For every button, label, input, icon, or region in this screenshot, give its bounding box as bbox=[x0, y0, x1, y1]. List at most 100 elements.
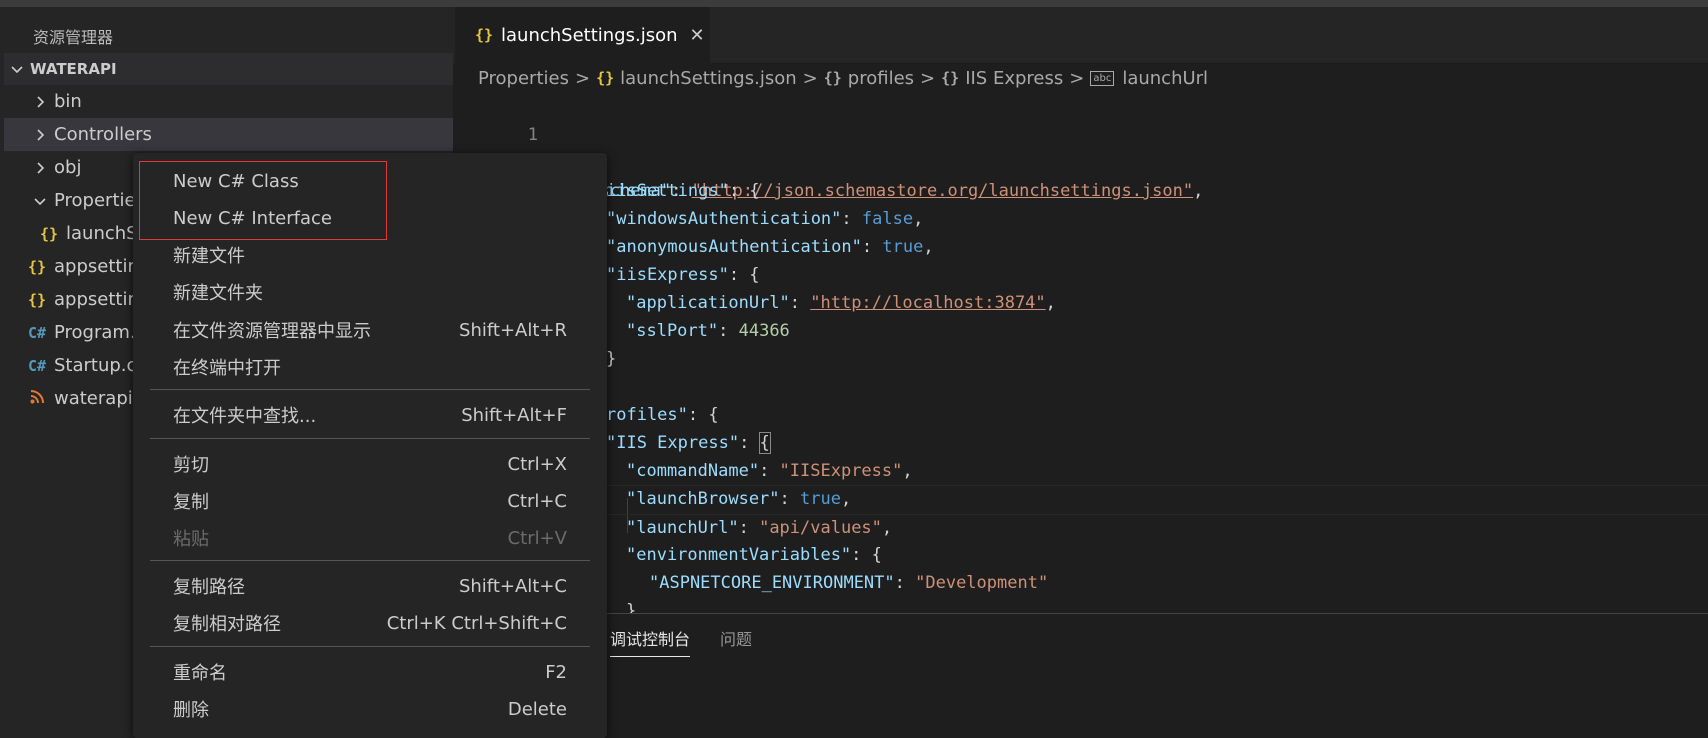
object-braces-icon: {} bbox=[823, 69, 842, 87]
menu-item-label: 新建文件 bbox=[173, 246, 245, 267]
tree-item-label: obj bbox=[54, 157, 82, 178]
tree-item-bin[interactable]: bin bbox=[4, 85, 453, 118]
code-line-current: "launchUrl": "api/values", bbox=[453, 485, 1708, 538]
menu-item-shortcut: Shift+Alt+C bbox=[458, 575, 567, 597]
menu-item-label: 复制 bbox=[173, 492, 209, 513]
breadcrumb-separator: > bbox=[802, 67, 818, 89]
menu-item-shortcut: F2 bbox=[545, 661, 567, 683]
breadcrumb-launchurl[interactable]: launchUrl bbox=[1122, 68, 1208, 89]
menu-item-label: 在文件资源管理器中显示 bbox=[173, 321, 371, 342]
menu-item-shortcut: Shift+Alt+R bbox=[459, 319, 567, 341]
breadcrumb-launchsettings[interactable]: launchSettings.json bbox=[620, 68, 797, 89]
tree-item-label: appsettir bbox=[54, 289, 135, 310]
code-line: "iisExpress": { bbox=[453, 233, 1708, 285]
json-braces-icon: {} bbox=[27, 290, 47, 309]
context-menu: New C# Class New C# Interface 新建文件 新建文件夹… bbox=[133, 153, 607, 738]
breadcrumb-properties[interactable]: Properties bbox=[478, 68, 569, 89]
csharp-file-icon: C# bbox=[27, 356, 47, 375]
tree-item-label: bin bbox=[54, 91, 82, 112]
chevron-down-icon bbox=[34, 197, 46, 205]
menu-item-copy-path[interactable]: 复制路径 Shift+Alt+C bbox=[133, 569, 607, 603]
code-line: "windowsAuthentication": false, bbox=[453, 177, 1708, 229]
menu-item-open-in-terminal[interactable]: 在终端中打开 bbox=[133, 350, 607, 384]
panel-tabs: 调试控制台 问题 bbox=[610, 626, 782, 657]
breadcrumb-profiles[interactable]: profiles bbox=[848, 68, 914, 89]
tree-item-label: Controllers bbox=[54, 124, 152, 145]
code-line: rofiles": { bbox=[453, 373, 1708, 425]
code-line: "sslPort": 44366 bbox=[453, 289, 1708, 341]
code-line: 1 { bbox=[453, 93, 1708, 173]
menu-separator bbox=[150, 389, 590, 390]
menu-item-label: 复制相对路径 bbox=[173, 614, 281, 635]
chevron-right-icon bbox=[37, 161, 45, 174]
code-line: "IIS Express": { bbox=[453, 401, 1708, 454]
explorer-title: 资源管理器 bbox=[33, 28, 114, 47]
tab-launchsettings[interactable]: {} launchSettings.json ✕ bbox=[455, 7, 710, 63]
panel-divider bbox=[453, 613, 1708, 614]
tree-item-label: Program. bbox=[54, 322, 136, 343]
tree-item-controllers[interactable]: Controllers bbox=[4, 118, 453, 151]
menu-item-label: 粘贴 bbox=[173, 529, 209, 550]
menu-item-label: 重命名 bbox=[173, 663, 227, 684]
code-line: } bbox=[453, 569, 1708, 613]
workspace-section-header[interactable]: WATERAPI bbox=[4, 53, 453, 85]
code-line: "applicationUrl": "http://localhost:3874… bbox=[453, 261, 1708, 313]
code-line: "anonymousAuthentication": true, bbox=[453, 205, 1708, 257]
menu-item-shortcut: Shift+Alt+F bbox=[461, 404, 567, 426]
code-line: iisSettings": { bbox=[453, 149, 1708, 201]
annotation-highlight-box bbox=[139, 161, 387, 240]
code-line: "commandName": "IISExpress", bbox=[453, 429, 1708, 481]
menu-item-new-folder[interactable]: 新建文件夹 bbox=[133, 275, 607, 309]
menu-item-find-in-folder[interactable]: 在文件夹中查找... Shift+Alt+F bbox=[133, 398, 607, 432]
string-abc-icon: abc bbox=[1090, 70, 1115, 86]
menu-item-shortcut: Ctrl+C bbox=[507, 490, 567, 512]
workspace-title: WATERAPI bbox=[30, 60, 117, 78]
menu-separator bbox=[150, 438, 590, 439]
menu-item-copy-relative-path[interactable]: 复制相对路径 Ctrl+K Ctrl+Shift+C bbox=[133, 606, 607, 640]
breadcrumb-iis-express[interactable]: IIS Express bbox=[965, 68, 1063, 89]
tree-item-label: waterapi. bbox=[54, 388, 139, 409]
menu-item-shortcut: Ctrl+V bbox=[507, 527, 567, 549]
menu-item-delete[interactable]: 删除 Delete bbox=[133, 692, 607, 726]
menu-item-label: 新建文件夹 bbox=[173, 283, 263, 304]
csharp-file-icon: C# bbox=[27, 323, 47, 342]
json-braces-icon: {} bbox=[474, 26, 494, 44]
code-line: "environmentVariables": { bbox=[453, 513, 1708, 565]
tab-problems[interactable]: 问题 bbox=[720, 626, 752, 657]
rss-icon bbox=[26, 389, 48, 408]
chevron-down-icon bbox=[4, 61, 30, 77]
breadcrumb-separator: > bbox=[1069, 67, 1085, 89]
menu-item-copy[interactable]: 复制 Ctrl+C bbox=[133, 484, 607, 518]
code-line: "ASPNETCORE_ENVIRONMENT": "Development" bbox=[453, 541, 1708, 593]
tree-item-label: launchS bbox=[66, 223, 138, 244]
menu-item-shortcut: Delete bbox=[507, 698, 567, 720]
editor-tab-bar: {} launchSettings.json ✕ bbox=[453, 7, 1708, 63]
menu-item-shortcut: Ctrl+K Ctrl+Shift+C bbox=[386, 612, 567, 634]
code-editor[interactable]: 1 { 2 "$schema": "http://json.schemastor… bbox=[453, 93, 1708, 613]
menu-item-cut[interactable]: 剪切 Ctrl+X bbox=[133, 447, 607, 481]
menu-item-label: 复制路径 bbox=[173, 577, 245, 598]
code-line: } bbox=[453, 317, 1708, 369]
tab-label: launchSettings.json bbox=[501, 24, 678, 46]
code-token: } bbox=[606, 349, 617, 369]
menu-item-label: 剪切 bbox=[173, 455, 209, 476]
menu-item-reveal-in-explorer[interactable]: 在文件资源管理器中显示 Shift+Alt+R bbox=[133, 313, 607, 347]
object-braces-icon: {} bbox=[941, 69, 960, 87]
breadcrumb-separator: > bbox=[574, 67, 591, 89]
menu-item-new-file[interactable]: 新建文件 bbox=[133, 238, 607, 272]
menu-separator bbox=[150, 560, 590, 561]
menu-item-shortcut: Ctrl+X bbox=[507, 453, 567, 475]
tab-debug-console[interactable]: 调试控制台 bbox=[610, 626, 691, 657]
menu-separator bbox=[150, 646, 590, 647]
code-line: 2 "$schema": "http://json.schemastore.or… bbox=[453, 121, 1708, 201]
menu-item-label: 在终端中打开 bbox=[173, 358, 281, 379]
chevron-right-icon bbox=[37, 95, 45, 108]
close-icon[interactable]: ✕ bbox=[690, 25, 705, 46]
breadcrumb: Properties > {} launchSettings.json > {}… bbox=[478, 63, 1208, 93]
menu-item-rename[interactable]: 重命名 F2 bbox=[133, 655, 607, 689]
breadcrumb-separator: > bbox=[920, 67, 936, 89]
tree-item-label: Propertie bbox=[54, 190, 136, 211]
menu-item-label: 删除 bbox=[173, 700, 209, 721]
menu-item-paste: 粘贴 Ctrl+V bbox=[133, 521, 607, 555]
tree-item-label: appsettir bbox=[54, 256, 135, 277]
